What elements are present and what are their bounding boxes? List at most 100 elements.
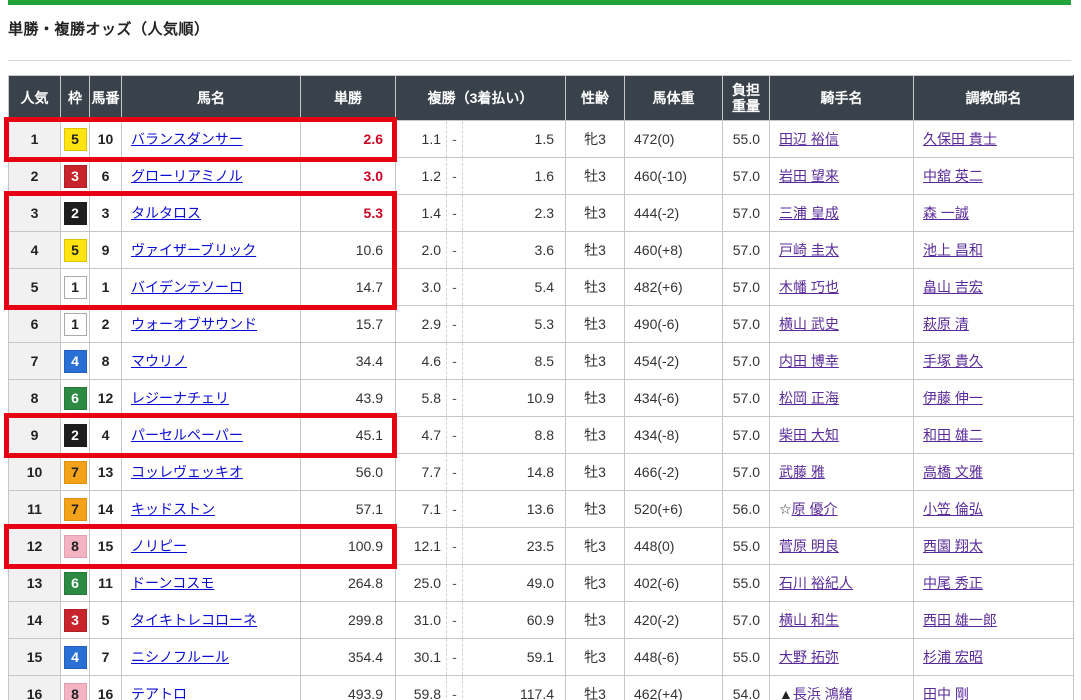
place-odds-separator: -	[446, 454, 463, 490]
horse-name-link[interactable]: キッドストン	[131, 501, 215, 517]
col-header-sex-age: 性齢	[566, 76, 625, 121]
jockey-link[interactable]: 木幡 巧也	[779, 279, 839, 295]
sex-age-cell: 牡3	[566, 306, 625, 343]
place-odds-high: 117.4	[463, 676, 565, 700]
jockey-link[interactable]: 岩田 望来	[779, 168, 839, 184]
trainer-cell: 手塚 貴久	[914, 343, 1074, 380]
horse-number-cell: 1	[90, 269, 122, 306]
sex-age-cell: 牡3	[566, 158, 625, 195]
place-odds-range: 2.0 - 3.6	[396, 232, 565, 268]
place-odds-high: 49.0	[463, 565, 565, 601]
jockey-link[interactable]: 大野 拓弥	[779, 649, 839, 665]
jockey-link[interactable]: 内田 博幸	[779, 353, 839, 369]
frame-badge: 1	[64, 313, 87, 336]
horse-number-cell: 6	[90, 158, 122, 195]
frame-badge: 7	[64, 461, 87, 484]
place-odds-separator: -	[446, 676, 463, 700]
horse-name-link[interactable]: グローリアミノル	[131, 168, 243, 184]
trainer-link[interactable]: 中尾 秀正	[923, 575, 983, 591]
horse-weight-cell: 472(0)	[625, 121, 723, 158]
win-odds-cell: 100.9	[301, 528, 396, 565]
horse-weight-cell: 434(-6)	[625, 380, 723, 417]
table-row: 6 1 2 ウォーオブサウンド 15.7 2.9 - 5.3 牡3 490(-6…	[9, 306, 1074, 343]
horse-name-link[interactable]: ニシノフルール	[131, 649, 229, 665]
trainer-cell: 池上 昌和	[914, 232, 1074, 269]
jockey-link[interactable]: 三浦 皇成	[779, 205, 839, 221]
horse-name-link[interactable]: バランスダンサー	[131, 131, 243, 147]
horse-name-link[interactable]: タルタロス	[131, 205, 201, 221]
trainer-link[interactable]: 手塚 貴久	[923, 353, 983, 369]
table-row: 14 3 5 タイキトレコローネ 299.8 31.0 - 60.9 牡3 42…	[9, 602, 1074, 639]
jockey-link[interactable]: 横山 武史	[779, 316, 839, 332]
table-row: 7 4 8 マウリノ 34.4 4.6 - 8.5 牡3 454(-2) 57.…	[9, 343, 1074, 380]
frame-cell: 4	[61, 343, 90, 380]
horse-name-link[interactable]: タイキトレコローネ	[131, 612, 257, 628]
horse-name-link[interactable]: コッレヴェッキオ	[131, 464, 243, 480]
header-row: 人気 枠 馬番 馬名 単勝 複勝（3着払い） 性齢 馬体重 負担 重量 騎手名 …	[9, 76, 1074, 121]
horse-name-link[interactable]: マウリノ	[131, 353, 187, 369]
frame-badge: 2	[64, 424, 87, 447]
jockey-link[interactable]: 横山 和生	[779, 612, 839, 628]
frame-cell: 3	[61, 602, 90, 639]
jockey-link[interactable]: 長浜 鴻緒	[793, 686, 853, 700]
trainer-link[interactable]: 小笠 倫弘	[923, 501, 983, 517]
place-odds-range: 1.2 - 1.6	[396, 158, 565, 194]
place-odds-high: 1.6	[463, 158, 565, 194]
horse-name-link[interactable]: テアトロ	[131, 686, 187, 700]
sex-age-cell: 牡3	[566, 232, 625, 269]
jockey-link[interactable]: 菅原 明良	[779, 538, 839, 554]
jockey-link[interactable]: 武藤 雅	[779, 464, 825, 480]
jockey-cell: 武藤 雅	[770, 454, 914, 491]
horse-name-cell: ニシノフルール	[122, 639, 301, 676]
jockey-link[interactable]: 戸崎 圭太	[779, 242, 839, 258]
trainer-link[interactable]: 杉浦 宏昭	[923, 649, 983, 665]
horse-name-link[interactable]: ノリピー	[131, 538, 187, 554]
horse-name-link[interactable]: レジーナチェリ	[131, 390, 229, 406]
rank-cell: 11	[9, 491, 61, 528]
trainer-link[interactable]: 和田 雄二	[923, 427, 983, 443]
load-weight-cell: 57.0	[723, 343, 770, 380]
horse-name-cell: ヴァイザーブリック	[122, 232, 301, 269]
table-row: 16 8 16 テアトロ 493.9 59.8 - 117.4 牡3 462(+…	[9, 676, 1074, 700]
horse-name-link[interactable]: ドーンコスモ	[131, 575, 214, 591]
trainer-link[interactable]: 伊藤 伸一	[923, 390, 983, 406]
place-odds-low: 5.8	[396, 380, 446, 416]
col-header-frame: 枠	[61, 76, 90, 121]
jockey-link[interactable]: 松岡 正海	[779, 390, 839, 406]
horse-weight-cell: 434(-8)	[625, 417, 723, 454]
horse-name-link[interactable]: ヴァイザーブリック	[131, 242, 256, 258]
frame-badge: 8	[64, 683, 87, 700]
jockey-link[interactable]: 柴田 大知	[779, 427, 839, 443]
trainer-link[interactable]: 高橋 文雅	[923, 464, 983, 480]
jockey-link[interactable]: 石川 裕紀人	[779, 575, 853, 591]
horse-name-link[interactable]: ウォーオブサウンド	[131, 316, 257, 332]
place-odds-cell: 1.2 - 1.6	[396, 158, 566, 195]
load-weight-cell: 55.0	[723, 121, 770, 158]
jockey-link[interactable]: 田辺 裕信	[779, 131, 839, 147]
rank-cell: 3	[9, 195, 61, 232]
trainer-link[interactable]: 萩原 清	[923, 316, 969, 332]
jockey-cell: 菅原 明良	[770, 528, 914, 565]
horse-name-link[interactable]: バイデンテソーロ	[131, 279, 243, 295]
trainer-link[interactable]: 畠山 吉宏	[923, 279, 983, 295]
trainer-link[interactable]: 池上 昌和	[923, 242, 983, 258]
trainer-link[interactable]: 中舘 英二	[923, 168, 983, 184]
horse-name-link[interactable]: パーセルペーパー	[131, 427, 243, 443]
jockey-link[interactable]: 原 優介	[792, 501, 838, 517]
load-weight-cell: 57.0	[723, 454, 770, 491]
col-header-place: 複勝（3着払い）	[396, 76, 566, 121]
table-row: 2 3 6 グローリアミノル 3.0 1.2 - 1.6 牡3 460(-10)…	[9, 158, 1074, 195]
frame-cell: 4	[61, 639, 90, 676]
rank-cell: 9	[9, 417, 61, 454]
trainer-link[interactable]: 久保田 貴士	[923, 131, 997, 147]
trainer-link[interactable]: 西園 翔太	[923, 538, 983, 554]
odds-table-wrap: 人気 枠 馬番 馬名 単勝 複勝（3着払い） 性齢 馬体重 負担 重量 騎手名 …	[8, 75, 1074, 700]
table-row: 8 6 12 レジーナチェリ 43.9 5.8 - 10.9 牡3 434(-6…	[9, 380, 1074, 417]
place-odds-high: 5.4	[463, 269, 565, 305]
horse-name-cell: コッレヴェッキオ	[122, 454, 301, 491]
frame-badge: 2	[64, 202, 87, 225]
trainer-link[interactable]: 田中 剛	[923, 686, 969, 700]
place-odds-range: 31.0 - 60.9	[396, 602, 565, 638]
trainer-link[interactable]: 西田 雄一郎	[923, 612, 997, 628]
trainer-link[interactable]: 森 一誠	[923, 205, 969, 221]
